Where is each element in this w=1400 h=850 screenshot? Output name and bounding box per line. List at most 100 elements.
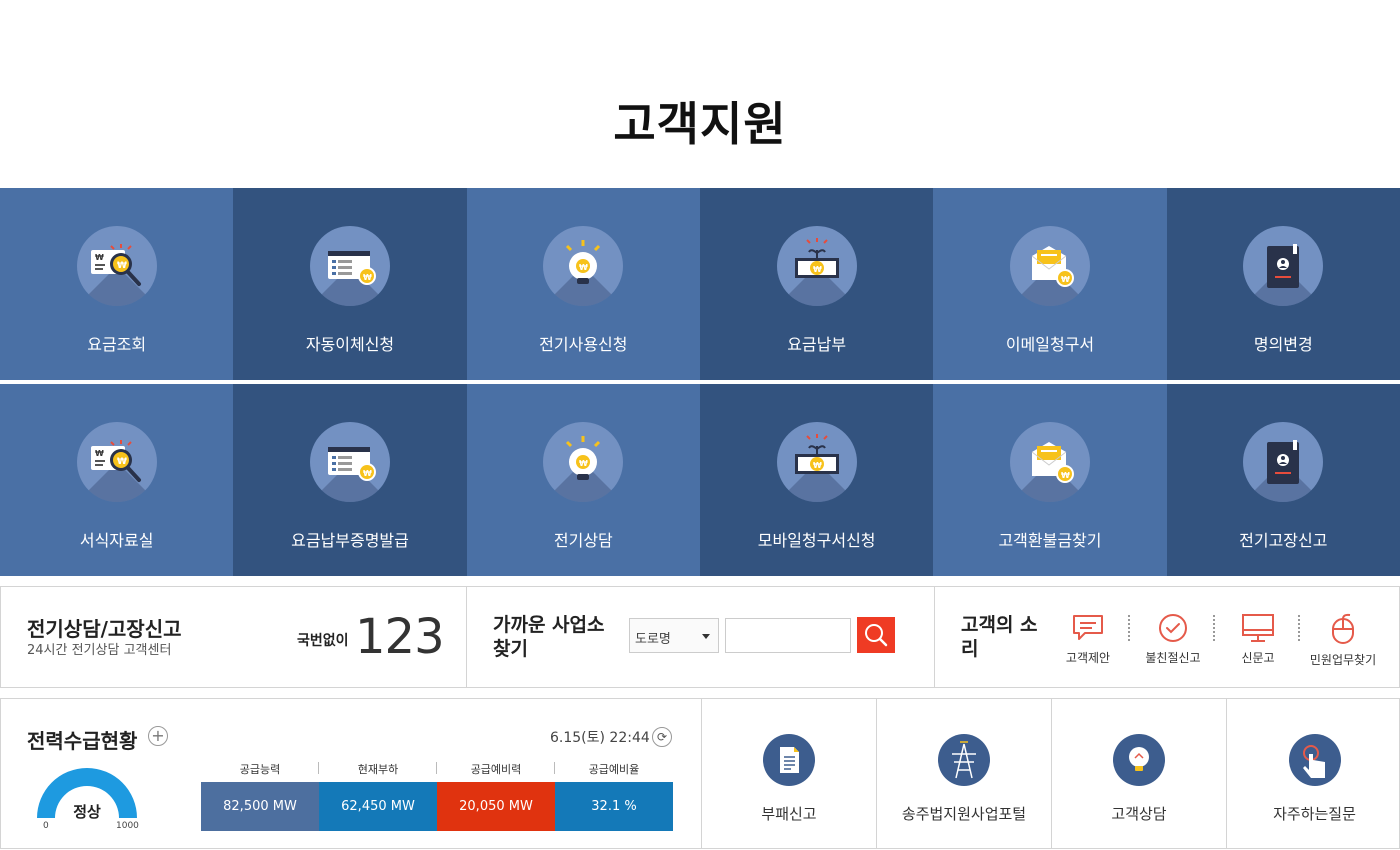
kpi-value-supply-capacity: 82,500 MW <box>201 782 319 831</box>
service-corruption-report[interactable]: 부패신고 <box>702 699 877 848</box>
kpi-label-current-load: 현재부하 <box>357 763 399 776</box>
tile-label: 요금납부증명발급 <box>291 531 409 550</box>
service-label: 부패신고 <box>761 805 817 823</box>
lightbulb-icon <box>1113 734 1165 786</box>
tile-fault-report[interactable]: 전기고장신고 <box>1166 384 1400 576</box>
email-bill-icon: ₩ <box>1009 422 1090 502</box>
tile-electricity-application[interactable]: ₩ 전기사용신청 <box>466 188 700 380</box>
service-label: 고객상담 <box>1111 805 1167 823</box>
monitor-icon <box>1242 614 1274 642</box>
svg-text:₩: ₩ <box>579 263 588 272</box>
search-button[interactable] <box>857 617 895 653</box>
chevron-down-icon <box>702 634 710 639</box>
svg-text:₩: ₩ <box>95 253 104 262</box>
tile-bill-payment[interactable]: ₩ 요금납부 <box>699 188 934 380</box>
hotline-number: 123 <box>355 609 445 665</box>
passport-icon <box>1243 226 1324 306</box>
address-type-select[interactable]: 도로명 <box>629 618 719 653</box>
tile-label: 명의변경 <box>1253 335 1313 354</box>
kpi-value-reserve-power: 20,050 MW <box>437 782 555 831</box>
search-icon <box>865 624 888 647</box>
bill-search-icon: ₩ ₩ <box>76 226 157 306</box>
page-title: 고객지원 <box>613 97 787 151</box>
hotline-title: 전기상담/고장신고 <box>27 617 182 641</box>
kpi-label-supply-capacity: 공급능력 <box>239 763 281 776</box>
svg-text:₩: ₩ <box>95 449 104 458</box>
info-bar: 전기상담/고장신고 24시간 전기상담 고객센터 국번없이 123 가까운 사업… <box>0 586 1400 688</box>
email-bill-icon: ₩ <box>1009 226 1090 306</box>
tile-bill-inquiry[interactable]: ₩ ₩ 요금조회 <box>0 188 234 380</box>
tile-email-bill[interactable]: ₩ 이메일청구서 <box>933 188 1167 380</box>
service-faq[interactable]: 자주하는질문 <box>1227 699 1400 848</box>
service-label: 자주하는질문 <box>1273 805 1356 823</box>
svg-text:₩: ₩ <box>117 261 127 271</box>
kpi-label-reserve-rate: 공급예비율 <box>588 763 640 776</box>
power-status-section: 전력수급현황 + 6.15(토) 22:44 ⟳ 정상 0 1000 공급능력 … <box>1 699 702 848</box>
tile-label: 전기고장신고 <box>1239 531 1328 550</box>
svg-text:₩: ₩ <box>1061 275 1070 284</box>
voice-civil-affairs[interactable]: 민원업무찾기 <box>1300 609 1386 671</box>
tile-label: 전기상담 <box>553 531 613 550</box>
passport-icon <box>1243 422 1324 502</box>
hotline-prefix: 국번없이 <box>297 633 349 649</box>
tile-label: 이메일청구서 <box>1005 335 1095 354</box>
voice-suggestion[interactable]: 고객제안 <box>1045 609 1131 671</box>
bill-search-icon: ₩ ₩ <box>76 422 157 502</box>
gauge-max: 1000 <box>116 821 139 831</box>
gauge-min: 0 <box>43 821 49 831</box>
service-transmission-portal[interactable]: 송주법지원사업포털 <box>877 699 1052 848</box>
tile-electricity-consult[interactable]: ₩ 전기상담 <box>466 384 700 576</box>
tile-label: 요금조회 <box>87 335 147 354</box>
office-finder-section: 가까운 사업소 찾기 도로명 <box>467 587 935 687</box>
customer-voice-title: 고객의 소리 <box>961 614 1038 660</box>
kpi-value-reserve-rate: 32.1 % <box>555 782 673 831</box>
office-search-input[interactable] <box>725 618 851 653</box>
tile-refund-search[interactable]: ₩ 고객환불금찾기 <box>933 384 1167 576</box>
tile-mobile-bill[interactable]: ₩ 모바일청구서신청 <box>699 384 934 576</box>
tile-forms-library[interactable]: ₩ ₩ 서식자료실 <box>0 384 234 576</box>
kpi-value-current-load: 62,450 MW <box>319 782 437 831</box>
money-plant-icon: ₩ <box>776 422 857 502</box>
tile-label: 요금납부 <box>787 335 847 354</box>
address-type-value: 도로명 <box>635 632 671 647</box>
voice-label: 신문고 <box>1241 651 1275 665</box>
voice-unkind-report[interactable]: 불친절신고 <box>1130 609 1216 671</box>
refresh-icon[interactable]: ⟳ <box>652 727 672 747</box>
tile-label: 전기사용신청 <box>539 335 628 354</box>
hand-pointer-icon <box>1288 734 1341 786</box>
power-timestamp: 6.15(토) 22:44 <box>550 730 650 746</box>
voice-label: 불친절신고 <box>1145 651 1201 665</box>
service-label: 송주법지원사업포털 <box>901 805 1027 823</box>
mouse-icon <box>1332 613 1354 644</box>
tile-label: 자동이체신청 <box>305 335 395 354</box>
voice-label: 민원업무찾기 <box>1309 653 1377 667</box>
check-circle-icon <box>1159 614 1187 642</box>
gauge-status: 정상 <box>73 803 101 821</box>
voice-petition[interactable]: 신문고 <box>1215 609 1301 671</box>
service-customer-consult[interactable]: 고객상담 <box>1052 699 1227 848</box>
tile-label: 서식자료실 <box>79 531 154 550</box>
customer-voice-section: 고객의 소리 고객제안 불친절신고 신문고 민원업무찾기 <box>935 587 1399 687</box>
service-grid-row-2: ₩ ₩ 서식자료실 ₩ 요금납부증명발급 ₩ 전기상담 ₩ 모바일청구서신청 ₩ … <box>0 384 1400 576</box>
hotline-section: 전기상담/고장신고 24시간 전기상담 고객센터 국번없이 123 <box>1 587 467 687</box>
tile-auto-transfer[interactable]: ₩ 자동이체신청 <box>233 188 467 380</box>
tile-name-change[interactable]: 명의변경 <box>1166 188 1400 380</box>
card-form-icon: ₩ <box>309 226 390 306</box>
card-form-icon: ₩ <box>309 422 390 502</box>
more-plus-icon[interactable]: + <box>148 726 168 746</box>
tile-payment-certificate[interactable]: ₩ 요금납부증명발급 <box>233 384 467 576</box>
tile-label: 모바일청구서신청 <box>757 531 876 550</box>
office-finder-title: 가까운 사업소 찾기 <box>493 614 605 660</box>
svg-text:₩: ₩ <box>1061 471 1070 480</box>
svg-text:₩: ₩ <box>813 265 822 274</box>
power-status-title: 전력수급현황 <box>27 729 138 753</box>
service-grid-row-1: ₩ ₩ 요금조회 ₩ 자동이체신청 ₩ 전기사용신청 ₩ 요금납부 ₩ 이메일청구… <box>0 188 1400 380</box>
svg-text:₩: ₩ <box>363 469 372 478</box>
svg-text:₩: ₩ <box>363 273 372 282</box>
kpi-label-reserve-power: 공급예비력 <box>470 763 522 776</box>
lightbulb-icon: ₩ <box>543 226 624 306</box>
voice-label: 고객제안 <box>1065 651 1111 665</box>
lightbulb-icon: ₩ <box>543 422 624 502</box>
svg-text:₩: ₩ <box>579 459 588 468</box>
speech-bubble-icon <box>1073 615 1103 640</box>
